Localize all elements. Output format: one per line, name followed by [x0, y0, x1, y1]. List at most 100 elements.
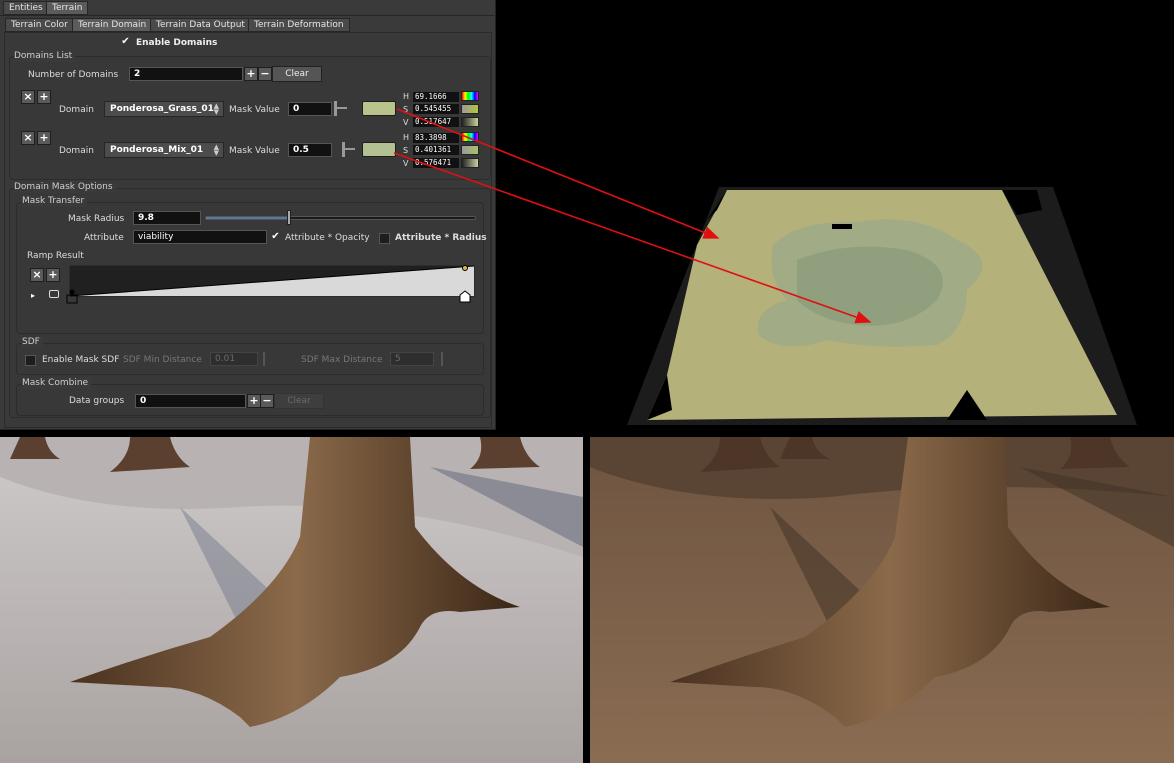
clear-groups-button[interactable]: Clear — [274, 393, 324, 409]
mask-radius-input[interactable]: 9.8 — [133, 211, 201, 225]
saturation-gradient-slider[interactable] — [461, 104, 479, 114]
domain-label: Domain — [59, 146, 94, 156]
plus-icon: + — [48, 268, 58, 281]
divider — [0, 15, 496, 16]
ramp-editor[interactable] — [66, 264, 478, 306]
decrement-button[interactable]: − — [260, 394, 274, 408]
saturation-label: S — [403, 105, 409, 114]
sdf-max-distance-input[interactable]: 5 — [390, 352, 434, 366]
ramp-point-start[interactable] — [69, 289, 75, 295]
tab-terrain-domain[interactable]: Terrain Domain — [72, 18, 153, 32]
saturation-label: S — [403, 146, 409, 155]
value-input[interactable]: 0.576471 — [413, 158, 459, 168]
enable-domains-label: Enable Domains — [136, 38, 218, 48]
add-domain-button[interactable]: + — [37, 90, 51, 104]
hue-label: H — [403, 133, 410, 142]
hue-input[interactable]: 69.1666 — [413, 92, 459, 102]
domain-color-swatch[interactable] — [362, 142, 396, 157]
hue-gradient-slider[interactable] — [461, 132, 479, 142]
plus-icon: + — [246, 67, 256, 80]
mask-radius-slider[interactable] — [205, 210, 476, 225]
data-groups-label: Data groups — [69, 396, 125, 406]
remove-domain-button[interactable]: × — [21, 90, 35, 104]
mask-value-slider[interactable] — [334, 101, 347, 116]
mask-transfer-title: Mask Transfer — [22, 196, 88, 207]
sdf-max-distance-label: SDF Max Distance — [301, 355, 383, 365]
hue-input[interactable]: 83.3898 — [413, 133, 459, 143]
checkmark-icon: ✔ — [271, 231, 280, 242]
mask-radius-label: Mask Radius — [68, 214, 125, 224]
value-gradient-slider[interactable] — [461, 117, 479, 127]
add-domain-button[interactable]: + — [37, 131, 51, 145]
tab-terrain-color[interactable]: Terrain Color — [5, 18, 74, 32]
domain-label: Domain — [59, 105, 94, 115]
terrain-hole — [832, 224, 852, 229]
ramp-point-end[interactable] — [462, 265, 468, 271]
clear-domains-button[interactable]: Clear — [272, 66, 322, 82]
attribute-radius-checkbox[interactable] — [379, 233, 390, 244]
saturation-gradient-slider[interactable] — [461, 145, 479, 155]
increment-button[interactable]: + — [244, 67, 258, 81]
decrement-button[interactable]: − — [258, 67, 272, 81]
sdf-min-distance-label: SDF Min Distance — [123, 355, 202, 365]
enable-domains-checkbox[interactable]: ✔ — [120, 37, 131, 48]
close-icon: × — [23, 90, 33, 103]
attribute-radius-label: Attribute * Radius — [395, 233, 487, 243]
close-icon: × — [23, 131, 33, 144]
number-of-domains-input[interactable]: 2 — [129, 67, 243, 81]
tab-terrain-data-output[interactable]: Terrain Data Output — [150, 18, 251, 32]
domain-select-value: Ponderosa_Mix_01 — [110, 145, 204, 155]
mask-value-label: Mask Value — [229, 146, 280, 156]
mask-radius-slider-fill — [206, 217, 290, 219]
sdf-max-slider[interactable] — [441, 352, 443, 366]
tab-entities[interactable]: Entities — [3, 1, 49, 15]
attribute-opacity-label: Attribute * Opacity — [285, 233, 370, 243]
plus-icon: + — [249, 394, 259, 407]
attribute-input[interactable]: viability — [133, 230, 267, 244]
mask-value-input[interactable]: 0.5 — [288, 143, 332, 157]
mask-radius-slider-handle[interactable] — [287, 210, 292, 225]
mask-combine-title: Mask Combine — [22, 378, 92, 389]
remove-ramp-point-button[interactable]: × — [30, 268, 44, 282]
checkmark-icon: ✔ — [121, 36, 130, 47]
play-icon[interactable]: ▸ — [31, 291, 35, 300]
render-view-untextured — [0, 437, 583, 763]
dropdown-arrow-icon: ▲ ▼ — [213, 143, 219, 157]
sdf-title: SDF — [22, 337, 43, 348]
link-icon[interactable] — [49, 290, 59, 298]
sdf-min-distance-input[interactable]: 0.01 — [210, 352, 258, 366]
value-gradient-slider[interactable] — [461, 158, 479, 168]
value-label: V — [403, 159, 409, 168]
add-ramp-point-button[interactable]: + — [46, 268, 60, 282]
tab-terrain[interactable]: Terrain — [46, 1, 89, 15]
attribute-label: Attribute — [84, 233, 124, 243]
mask-value-input[interactable]: 0 — [288, 102, 332, 116]
domain-color-swatch[interactable] — [362, 101, 396, 116]
data-groups-input[interactable]: 0 — [135, 394, 246, 408]
hue-gradient-slider[interactable] — [461, 91, 479, 101]
plus-icon: + — [39, 131, 49, 144]
domain-select[interactable]: Ponderosa_Mix_01 ▲ ▼ — [104, 142, 224, 158]
saturation-input[interactable]: 0.401361 — [413, 145, 459, 155]
mask-value-label: Mask Value — [229, 105, 280, 115]
domain-select[interactable]: Ponderosa_Grass_01 ▲ ▼ — [104, 101, 224, 117]
plus-icon: + — [39, 90, 49, 103]
dropdown-arrow-icon: ▲ ▼ — [213, 102, 219, 116]
remove-domain-button[interactable]: × — [21, 131, 35, 145]
enable-mask-sdf-checkbox[interactable] — [25, 355, 36, 366]
sdf-min-slider[interactable] — [263, 352, 265, 366]
attribute-opacity-checkbox[interactable]: ✔ — [270, 232, 281, 243]
saturation-input[interactable]: 0.545455 — [413, 104, 459, 114]
tab-terrain-deformation[interactable]: Terrain Deformation — [248, 18, 350, 32]
value-label: V — [403, 118, 409, 127]
terrain-mask-preview — [497, 0, 1174, 434]
ramp-result-label: Ramp Result — [27, 251, 84, 261]
number-of-domains-label: Number of Domains — [28, 70, 119, 80]
domain-select-value: Ponderosa_Grass_01 — [110, 104, 214, 114]
render-view-textured — [590, 437, 1174, 763]
value-input[interactable]: 0.517647 — [413, 117, 459, 127]
minus-icon: − — [260, 67, 270, 80]
domain-mask-options-title: Domain Mask Options — [14, 182, 116, 193]
mask-value-slider[interactable] — [342, 142, 355, 157]
increment-button[interactable]: + — [247, 394, 261, 408]
